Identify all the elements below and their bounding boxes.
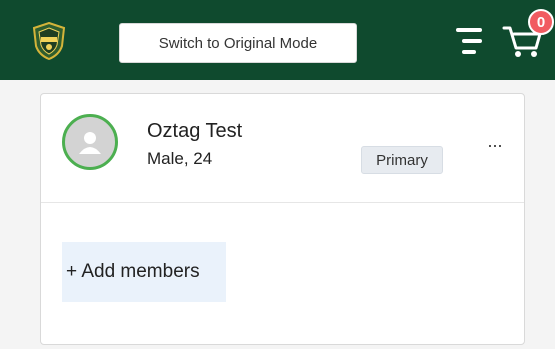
member-card: Oztag Test Male, 24 Primary ··· + Add me… [40, 93, 525, 345]
more-options-icon[interactable]: ··· [487, 136, 505, 154]
switch-mode-button[interactable]: Switch to Original Mode [119, 23, 357, 63]
cart-count-badge: 0 [528, 9, 554, 35]
club-logo-icon[interactable] [32, 21, 66, 61]
add-members-button[interactable]: + Add members [62, 242, 226, 302]
member-gender-age: Male, 24 [147, 149, 213, 168]
hamburger-menu-icon[interactable] [456, 24, 486, 58]
primary-badge: Primary [361, 146, 443, 174]
user-avatar-icon [62, 114, 118, 170]
card-divider [41, 202, 524, 203]
member-name: Oztag Test [147, 120, 243, 142]
top-bar: Switch to Original Mode 0 [0, 0, 555, 80]
